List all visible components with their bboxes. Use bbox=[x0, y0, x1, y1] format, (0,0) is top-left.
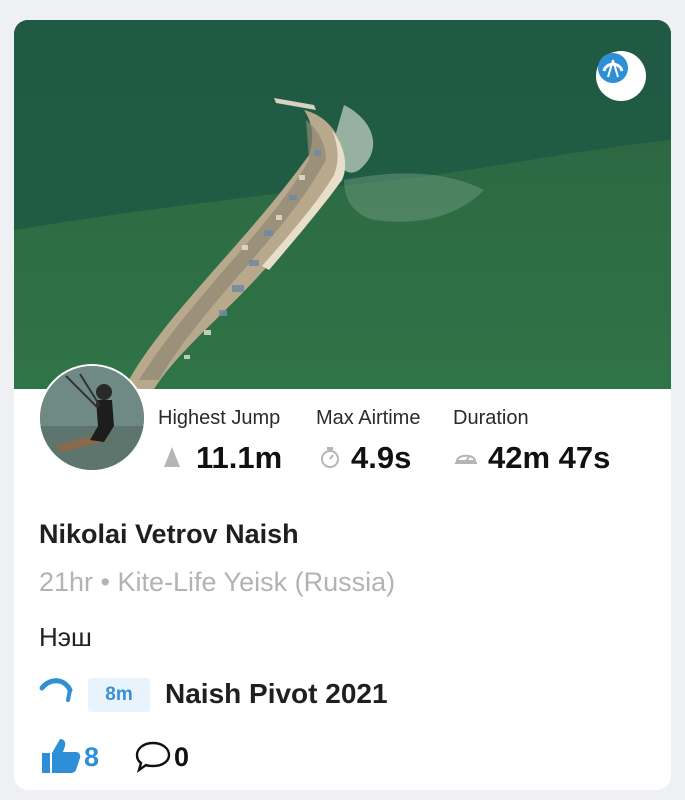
arrow-up-icon bbox=[164, 447, 180, 467]
speech-bubble-icon[interactable] bbox=[134, 740, 172, 774]
like-count: 8 bbox=[84, 742, 100, 772]
kite-icon bbox=[39, 678, 73, 702]
stat-value-duration: 42m 47s bbox=[488, 440, 611, 475]
session-meta: 21hr • Kite-Life Yeisk (Russia) bbox=[39, 567, 396, 597]
avatar-photo bbox=[40, 366, 144, 470]
stat-value-highest-jump: 11.1m bbox=[196, 440, 283, 475]
duration-icon bbox=[455, 454, 477, 464]
stat-value-max-airtime: 4.9s bbox=[351, 440, 412, 475]
comment-count: 0 bbox=[174, 742, 190, 772]
kite-logo-icon bbox=[598, 53, 628, 83]
map-satellite-image bbox=[14, 20, 671, 389]
session-description: Нэш bbox=[39, 622, 92, 652]
gear-name[interactable]: Naish Pivot 2021 bbox=[165, 678, 388, 710]
stat-label-max-airtime: Max Airtime bbox=[316, 407, 421, 429]
kite-size-badge: 8m bbox=[88, 678, 150, 712]
stat-label-highest-jump: Highest Jump bbox=[158, 407, 281, 429]
stat-label-duration: Duration bbox=[453, 407, 529, 429]
session-card[interactable]: Highest Jump Max Airtime Duration 11.1m … bbox=[14, 20, 671, 790]
kite-logo-badge[interactable] bbox=[596, 51, 646, 101]
rider-avatar[interactable] bbox=[38, 364, 146, 472]
stopwatch-icon bbox=[321, 447, 339, 468]
thumbs-up-icon[interactable] bbox=[40, 737, 82, 775]
session-map[interactable] bbox=[14, 20, 671, 389]
rider-name[interactable]: Nikolai Vetrov Naish bbox=[39, 519, 299, 550]
